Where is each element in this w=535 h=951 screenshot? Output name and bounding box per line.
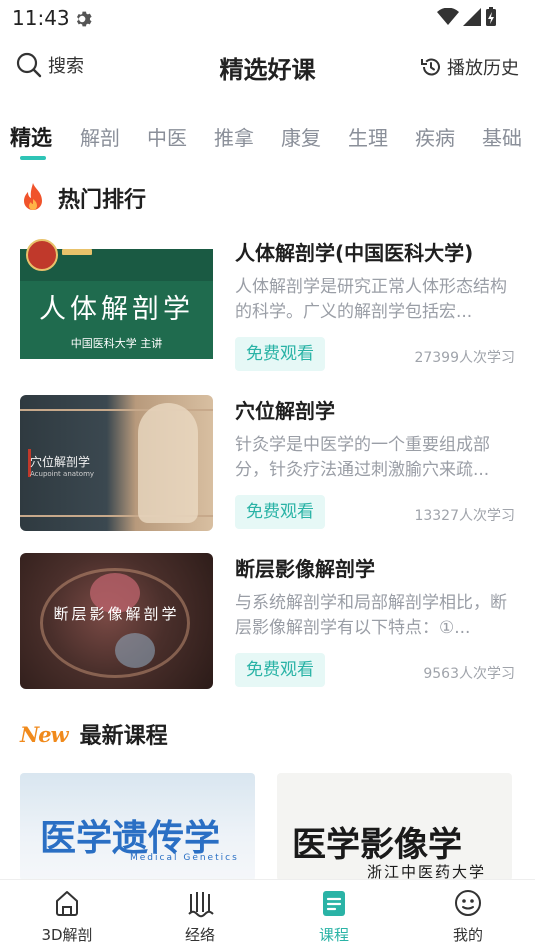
tab-featured[interactable]: 精选: [10, 122, 52, 152]
tab-basics[interactable]: 基础: [482, 122, 522, 151]
nav-label: 我的: [452, 926, 483, 944]
signal-icon: [463, 8, 481, 26]
play-history-label: 播放历史: [447, 58, 519, 79]
course-thumbnail: 人体解剖学 中国医科大学 主讲: [20, 237, 213, 373]
course-description: 针灸学是中医学的一个重要组成部分，针灸疗法通过刺激腧穴来疏...: [235, 435, 490, 480]
acupuncture-figure: [138, 403, 198, 523]
profile-icon: [455, 890, 481, 916]
course-title: 断层影像解剖学: [235, 557, 375, 581]
university-name-mark: [62, 249, 92, 255]
category-tabs: 精选 解剖 中医 推拿 康复 生理 疾病 基础: [0, 116, 535, 162]
new-course-card[interactable]: 医学影像学 浙江中医药大学: [277, 773, 512, 881]
course-item[interactable]: 断层影像解剖学 断层影像解剖学 与系统解剖学和局部解剖学相比，断层影像解剖学有以…: [20, 553, 515, 689]
nav-label: 3D解剖: [41, 926, 93, 944]
course-title: 穴位解剖学: [235, 399, 335, 423]
course-title: 人体解剖学(中国医科大学): [235, 241, 474, 265]
learner-count: 27399人次学习: [414, 350, 515, 366]
course-item[interactable]: 人体解剖学 中国医科大学 主讲 人体解剖学(中国医科大学) 人体解剖学是研究正常…: [20, 237, 515, 373]
tab-massage[interactable]: 推拿: [214, 122, 254, 151]
status-time: 11:43: [12, 6, 70, 30]
nav-meridian[interactable]: 经络: [150, 888, 250, 945]
play-history-button[interactable]: 播放历史: [420, 54, 519, 80]
new-course-thumb-subtitle: Medical Genetics: [130, 853, 239, 863]
new-course-thumb-subtitle: 浙江中医药大学: [367, 863, 487, 881]
nav-profile[interactable]: 我的: [418, 888, 518, 945]
course-description: 与系统解剖学和局部解剖学相比，断层影像解剖学有以下特点：①...: [235, 593, 507, 638]
thumb-title: 穴位解剖学: [30, 455, 91, 469]
new-course-thumb-title: 医学影像学: [292, 825, 462, 865]
course-thumbnail: 穴位解剖学 Acupoint anatomy: [20, 395, 213, 531]
battery-icon: [486, 7, 496, 26]
hot-ranking-header: 热门排行: [20, 182, 146, 214]
newest-courses-header: New 最新课程: [20, 718, 168, 750]
wifi-icon: [437, 8, 459, 25]
nav-label: 经络: [184, 926, 215, 944]
nav-3d-anatomy[interactable]: 3D解剖: [17, 888, 117, 945]
tab-physiology[interactable]: 生理: [348, 122, 388, 151]
new-course-card[interactable]: 医学遗传学 Medical Genetics: [20, 773, 255, 881]
tab-rehab[interactable]: 康复: [281, 122, 321, 151]
learner-count: 13327人次学习: [414, 508, 515, 524]
course-icon: [323, 891, 345, 916]
hot-ranking-title: 热门排行: [58, 188, 147, 213]
university-logo: [26, 239, 58, 271]
active-tab-indicator: [20, 156, 46, 160]
tab-tcm[interactable]: 中医: [147, 122, 187, 151]
new-badge-icon: New: [20, 721, 69, 747]
course-thumbnail: 断层影像解剖学: [20, 553, 213, 689]
thumb-subtitle: Acupoint anatomy: [30, 470, 95, 478]
free-watch-button[interactable]: 免费观看: [235, 337, 325, 371]
history-clock-icon: [421, 58, 440, 76]
meridian-icon: [188, 892, 214, 918]
nav-courses[interactable]: 课程: [284, 888, 384, 945]
bottom-navigation: 3D解剖 经络 课程 我的: [0, 879, 535, 951]
free-watch-button[interactable]: 免费观看: [235, 495, 325, 529]
home-icon: [56, 891, 78, 916]
settings-gear-icon: [76, 11, 92, 27]
learner-count: 9563人次学习: [423, 666, 515, 682]
course-item[interactable]: 穴位解剖学 Acupoint anatomy 穴位解剖学 针灸学是中医学的一个重…: [20, 395, 515, 531]
thumb-title: 人体解剖学: [39, 294, 194, 325]
scan-organ-shape: [115, 633, 155, 668]
status-bar: 11:43: [0, 0, 535, 36]
thumb-subtitle: 中国医科大学 主讲: [70, 337, 163, 350]
flame-icon: [24, 183, 42, 210]
newest-courses-title: 最新课程: [79, 724, 168, 749]
course-description: 人体解剖学是研究正常人体形态结构的科学。广义的解剖学包括宏...: [235, 277, 507, 322]
nav-label: 课程: [318, 926, 349, 944]
thumb-title: 断层影像解剖学: [53, 605, 180, 623]
status-indicators: [437, 7, 497, 27]
top-header: 搜索 精选好课 播放历史: [0, 44, 535, 92]
tab-disease[interactable]: 疾病: [415, 122, 455, 151]
tab-anatomy[interactable]: 解剖: [80, 122, 120, 151]
free-watch-button[interactable]: 免费观看: [235, 653, 325, 687]
